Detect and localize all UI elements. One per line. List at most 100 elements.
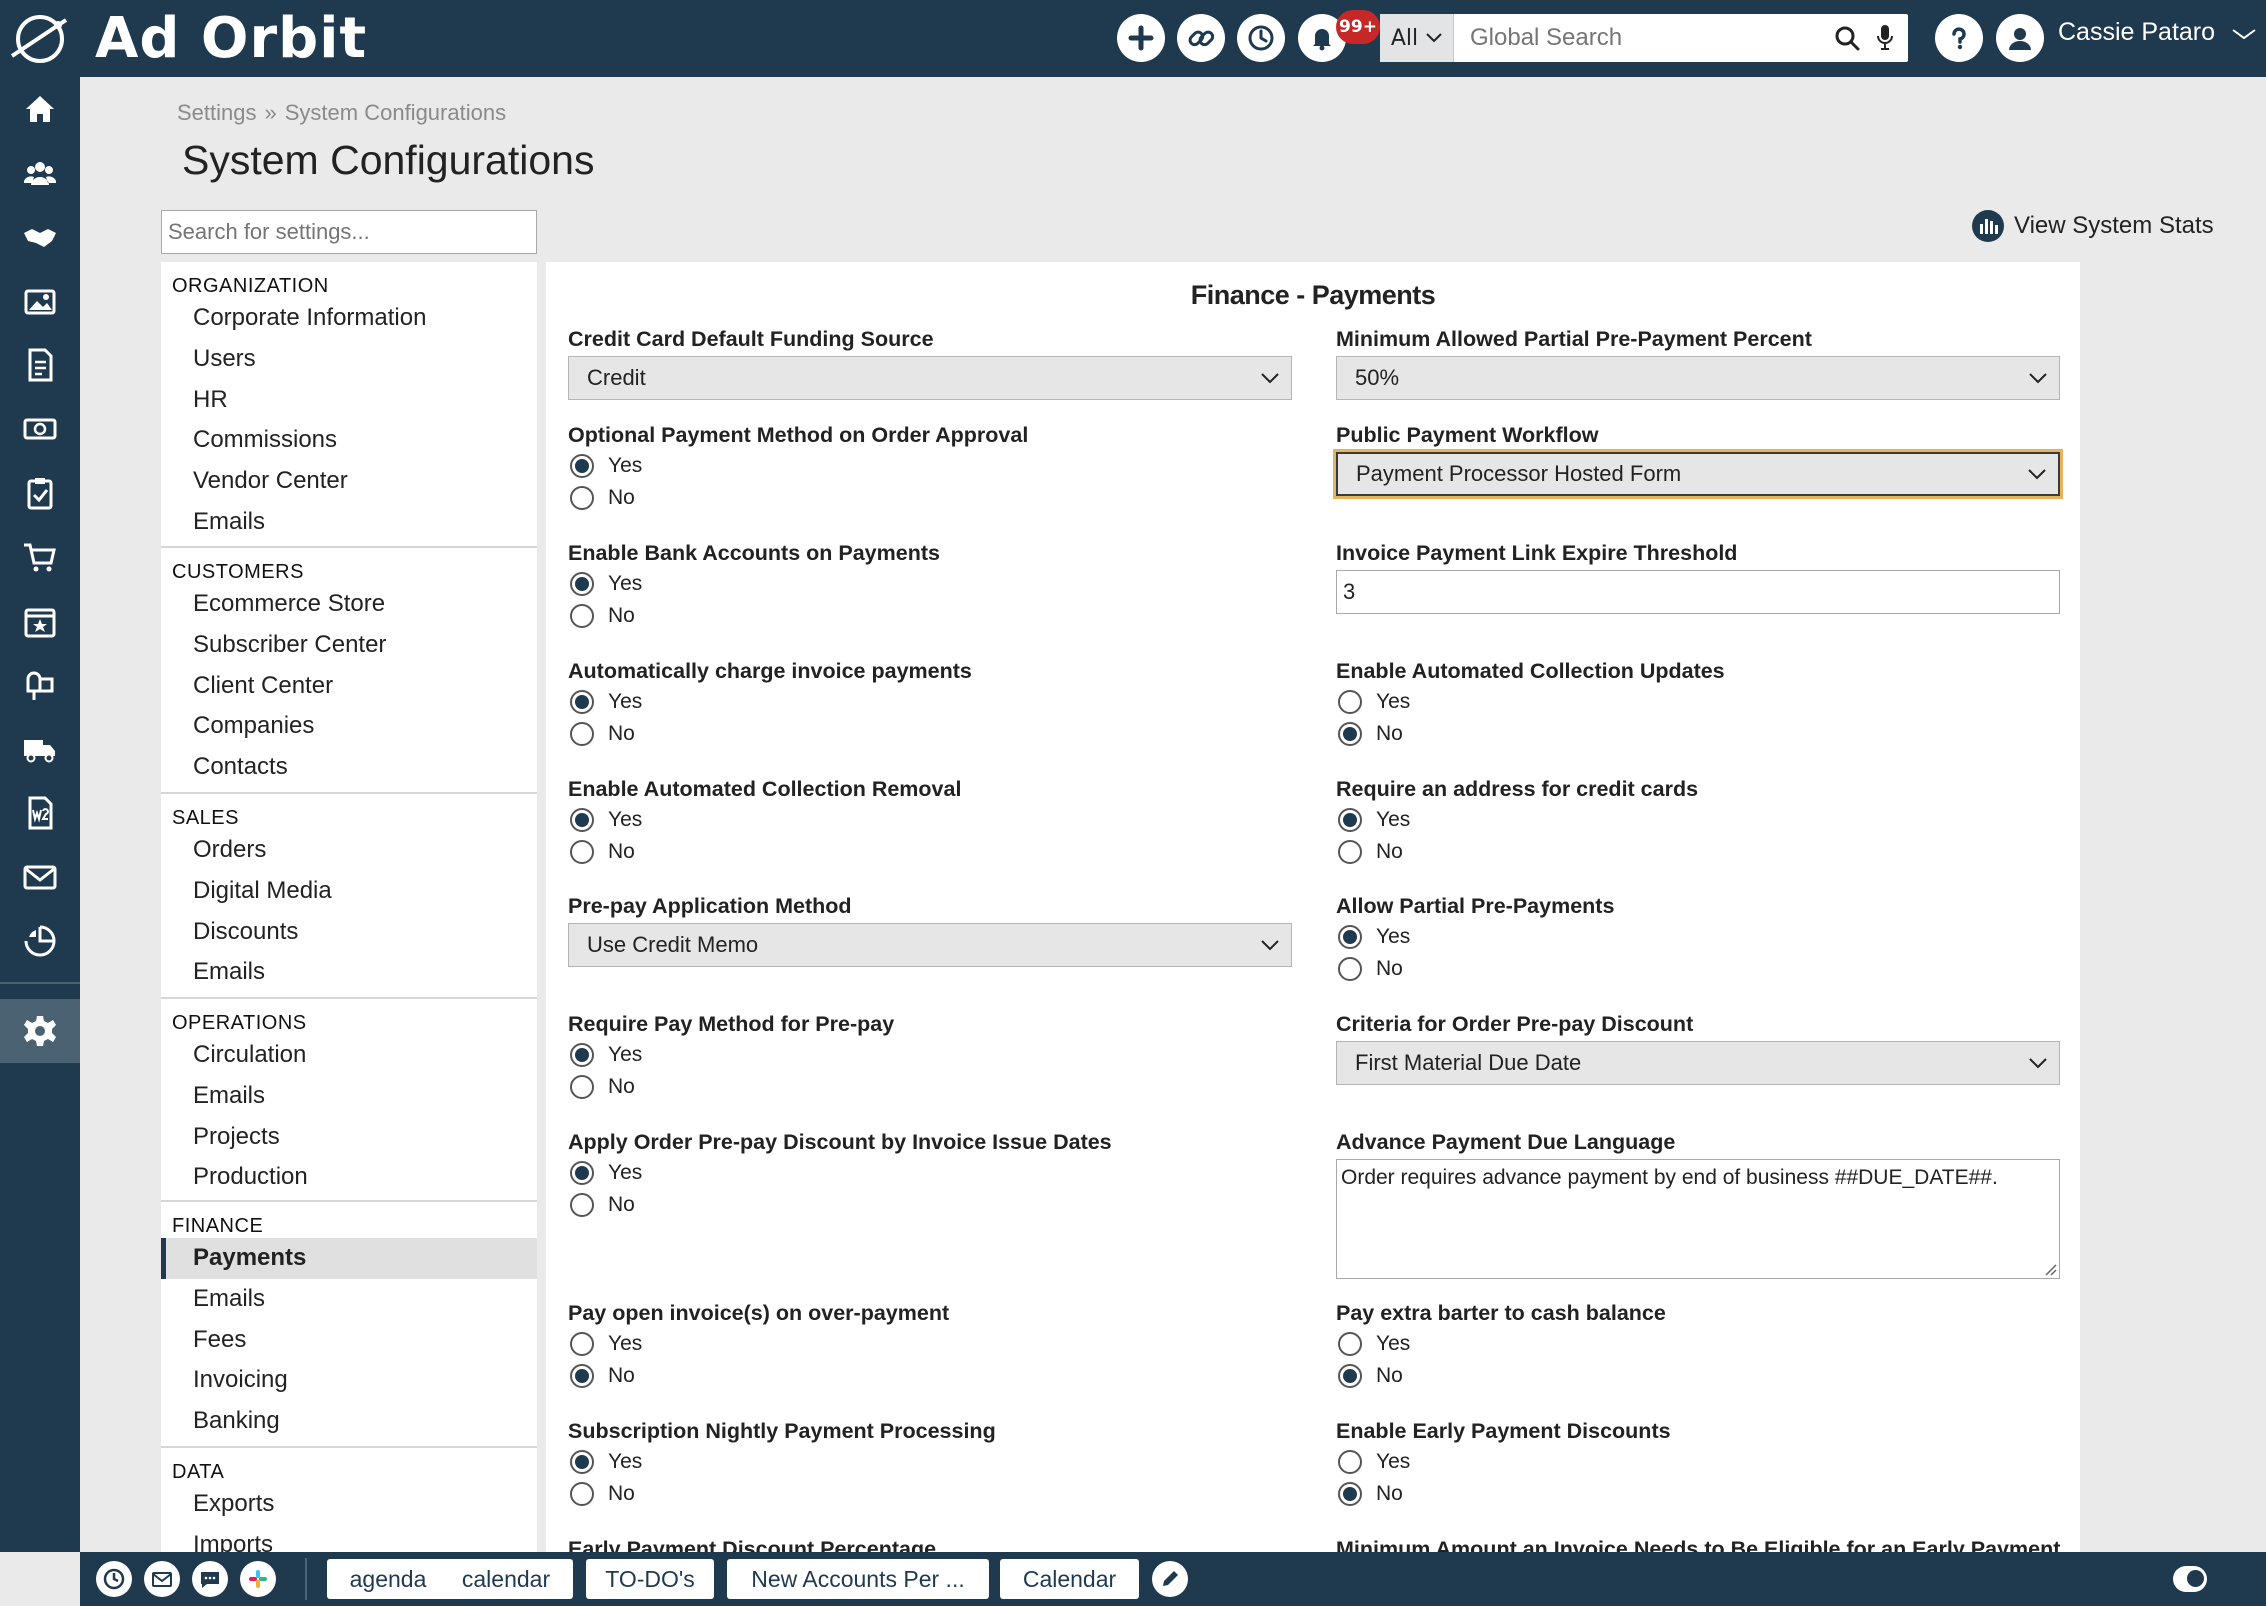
radio-button[interactable] [570,1482,594,1506]
radio-button[interactable] [1338,1364,1362,1388]
taskbar-chat-button[interactable] [192,1561,228,1597]
prepay-application-method-select[interactable]: Use Credit Memo [568,923,1292,967]
radio-option-yes[interactable]: Yes [568,1157,1292,1189]
nav-item-exports[interactable]: Exports [161,1484,537,1525]
taskbar-mail-button[interactable] [144,1561,180,1597]
radio-button[interactable] [570,690,594,714]
radio-option-yes[interactable]: Yes [1336,921,2060,953]
radio-option-no[interactable]: No [568,1478,1292,1510]
user-menu[interactable]: Cassie Pataro [2058,18,2256,47]
rail-finance[interactable] [0,397,80,461]
nav-item-subscriber-center[interactable]: Subscriber Center [161,625,537,666]
resize-grip-icon[interactable] [2043,1262,2057,1276]
nav-item-finance-emails[interactable]: Emails [161,1279,537,1320]
add-button[interactable] [1117,14,1165,62]
nav-item-client-center[interactable]: Client Center [161,665,537,706]
public-payment-workflow-select[interactable]: Payment Processor Hosted Form [1336,452,2060,496]
nav-item-sales-emails[interactable]: Emails [161,952,537,993]
radio-option-yes[interactable]: Yes [568,1039,1292,1071]
radio-button[interactable] [1338,722,1362,746]
radio-button[interactable] [570,1450,594,1474]
taskbar-tab-calendar-2[interactable]: Calendar [1000,1559,1139,1599]
search-scope-select[interactable]: All [1380,14,1454,62]
radio-option-yes[interactable]: Yes [568,1328,1292,1360]
help-button[interactable] [1935,14,1983,62]
nav-item-vendor-center[interactable]: Vendor Center [161,461,537,502]
radio-option-no[interactable]: No [1336,836,2060,868]
history-button[interactable] [1237,14,1285,62]
radio-option-yes[interactable]: Yes [568,450,1292,482]
nav-item-banking[interactable]: Banking [161,1401,537,1442]
nav-item-digital-media[interactable]: Digital Media [161,871,537,912]
search-icon[interactable] [1834,25,1860,51]
global-search-input[interactable] [1454,14,1834,62]
cc-funding-source-select[interactable]: Credit [568,356,1292,400]
nav-item-users[interactable]: Users [161,339,537,380]
rail-tasks[interactable] [0,461,80,525]
radio-button[interactable] [570,1043,594,1067]
radio-button[interactable] [570,1075,594,1099]
view-system-stats-link[interactable]: View System Stats [1972,210,2214,242]
taskbar-tab-todos[interactable]: TO-DO's [586,1559,714,1599]
radio-button[interactable] [570,572,594,596]
radio-option-no[interactable]: No [568,1189,1292,1221]
radio-option-no[interactable]: No [568,1360,1292,1392]
taskbar-edit-button[interactable] [1152,1561,1188,1597]
nav-item-companies[interactable]: Companies [161,706,537,747]
radio-option-no[interactable]: No [568,482,1292,514]
links-button[interactable] [1177,14,1225,62]
radio-button[interactable] [1338,840,1362,864]
taskbar-tab-calendar[interactable]: calendar [439,1559,573,1599]
radio-option-yes[interactable]: Yes [1336,1328,2060,1360]
avatar[interactable] [1996,14,2044,62]
taskbar-tab-agenda[interactable]: agenda [327,1559,449,1599]
nav-item-commissions[interactable]: Commissions [161,420,537,461]
radio-button[interactable] [1338,808,1362,832]
radio-option-no[interactable]: No [568,1071,1292,1103]
radio-option-yes[interactable]: Yes [1336,1446,2060,1478]
nav-item-fees[interactable]: Fees [161,1319,537,1360]
nav-item-orders[interactable]: Orders [161,830,537,871]
taskbar-history-button[interactable] [96,1561,132,1597]
link-expire-threshold-input[interactable]: 3 [1336,570,2060,614]
radio-button[interactable] [570,1332,594,1356]
rail-distribution[interactable] [0,717,80,781]
nav-item-production[interactable]: Production [161,1157,537,1198]
radio-option-yes[interactable]: Yes [1336,804,2060,836]
rail-reports[interactable] [0,909,80,973]
radio-option-no[interactable]: No [568,600,1292,632]
rail-invoices[interactable] [0,333,80,397]
rail-media[interactable] [0,269,80,333]
rail-tax-forms[interactable] [0,781,80,845]
nav-item-payments[interactable]: Payments [161,1238,537,1279]
radio-button[interactable] [1338,1482,1362,1506]
radio-button[interactable] [1338,1332,1362,1356]
radio-button[interactable] [570,840,594,864]
rail-ecommerce[interactable] [0,525,80,589]
radio-button[interactable] [570,604,594,628]
radio-option-no[interactable]: No [1336,718,2060,750]
radio-button[interactable] [1338,690,1362,714]
orbit-logo-icon[interactable] [8,12,72,66]
breadcrumb-settings-link[interactable]: Settings [177,100,257,125]
radio-option-yes[interactable]: Yes [1336,686,2060,718]
rail-sales[interactable] [0,205,80,269]
nav-item-discounts[interactable]: Discounts [161,911,537,952]
rail-contacts[interactable] [0,141,80,205]
nav-item-invoicing[interactable]: Invoicing [161,1360,537,1401]
taskbar-toggle-switch[interactable] [2173,1566,2207,1592]
radio-button[interactable] [570,1364,594,1388]
radio-option-no[interactable]: No [1336,1478,2060,1510]
nav-item-ecommerce-store[interactable]: Ecommerce Store [161,584,537,625]
nav-item-circulation[interactable]: Circulation [161,1035,537,1076]
nav-item-imports[interactable]: Imports [161,1525,537,1552]
radio-option-yes[interactable]: Yes [568,568,1292,600]
radio-button[interactable] [570,1161,594,1185]
radio-option-no[interactable]: No [1336,1360,2060,1392]
radio-button[interactable] [570,722,594,746]
rail-email[interactable] [0,845,80,909]
microphone-icon[interactable] [1876,24,1894,52]
brand-logo[interactable]: Ad Orbit [95,5,367,71]
radio-option-yes[interactable]: Yes [568,804,1292,836]
radio-button[interactable] [570,486,594,510]
